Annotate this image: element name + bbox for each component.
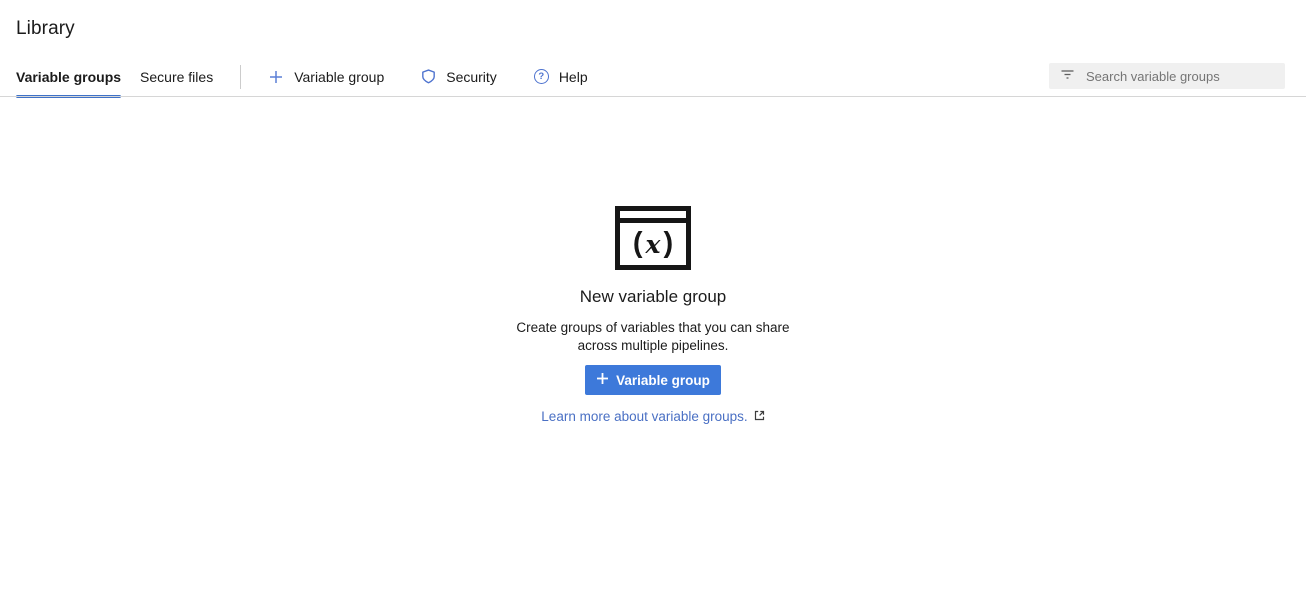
- help-command[interactable]: ? Help: [534, 69, 588, 85]
- tabbar-divider: [240, 65, 241, 89]
- close-paren-glyph: ): [663, 229, 673, 258]
- empty-state-description: Create groups of variables that you can …: [0, 319, 1306, 354]
- add-variable-group-command[interactable]: Variable group: [268, 69, 384, 85]
- page-title: Library: [16, 18, 75, 40]
- filter-icon: [1060, 67, 1075, 86]
- security-label: Security: [446, 69, 497, 85]
- tab-secure-files[interactable]: Secure files: [140, 56, 213, 97]
- add-variable-group-label: Variable group: [294, 69, 384, 85]
- variable-group-button-label: Variable group: [616, 373, 710, 388]
- tab-secure-files-label: Secure files: [140, 69, 213, 85]
- help-label: Help: [559, 69, 588, 85]
- learn-more-link[interactable]: Learn more about variable groups.: [541, 409, 764, 424]
- tabbar-bottom-border: [0, 96, 1306, 97]
- plus-icon: [596, 372, 609, 388]
- shield-icon: [421, 69, 436, 84]
- help-icon-glyph: ?: [538, 72, 544, 82]
- empty-state-title: New variable group: [0, 287, 1306, 307]
- window-body: ( x ): [620, 223, 686, 265]
- description-line-2: across multiple pipelines.: [0, 337, 1306, 355]
- variable-group-button[interactable]: Variable group: [585, 365, 721, 395]
- security-command[interactable]: Security: [421, 69, 497, 85]
- learn-more-link-label: Learn more about variable groups.: [541, 409, 747, 424]
- search-box[interactable]: [1049, 63, 1285, 89]
- search-input[interactable]: [1086, 69, 1277, 84]
- window-titlebar: [620, 211, 686, 223]
- tab-variable-groups-label: Variable groups: [16, 69, 121, 85]
- external-link-icon: [754, 409, 765, 424]
- variable-group-window-icon: ( x ): [615, 206, 691, 270]
- variable-x-glyph: x: [646, 232, 661, 257]
- plus-icon: [268, 69, 284, 85]
- description-line-1: Create groups of variables that you can …: [0, 319, 1306, 337]
- open-paren-glyph: (: [633, 229, 643, 258]
- tab-variable-groups[interactable]: Variable groups: [16, 56, 121, 97]
- empty-state: ( x ) New variable group Create groups o…: [0, 206, 1306, 426]
- help-icon: ?: [534, 69, 549, 84]
